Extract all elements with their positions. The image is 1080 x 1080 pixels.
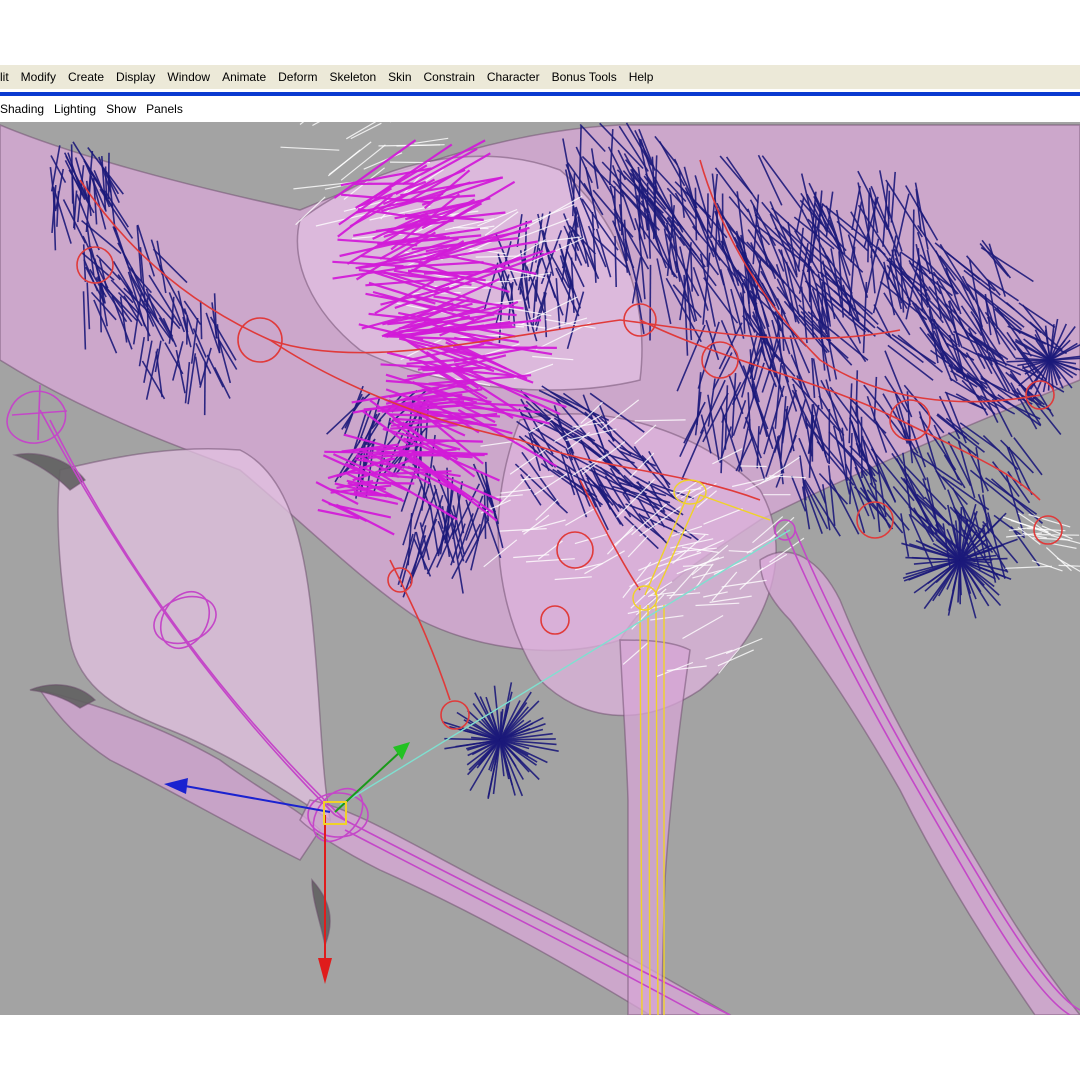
joint-red-12 [440, 700, 470, 730]
panel-menu-shading[interactable]: Shading [0, 102, 49, 116]
claw-bottom-mesh [311, 878, 331, 948]
panel-menu-show[interactable]: Show [101, 102, 141, 116]
fur-strand [900, 513, 910, 557]
fur-strand [280, 146, 340, 151]
fur-strand [808, 262, 811, 303]
fur-strand [345, 122, 377, 140]
fur-strand [363, 152, 403, 170]
main-menu-bar: lit Modify Create Display Window Animate… [0, 65, 1080, 89]
fur-strand [1049, 542, 1077, 549]
fur-strand [1026, 527, 1066, 532]
fur-strand [822, 484, 831, 531]
fur-strand [199, 300, 203, 340]
menu-create[interactable]: Create [62, 70, 110, 84]
fur-strand [499, 738, 556, 741]
fur-strand [1056, 557, 1080, 573]
menu-edit[interactable]: lit [0, 70, 15, 84]
fur-strand [1058, 564, 1080, 567]
fur-strand [613, 186, 616, 227]
menu-deform[interactable]: Deform [272, 70, 323, 84]
fur-strand [360, 481, 415, 485]
menu-skeleton[interactable]: Skeleton [323, 70, 382, 84]
fur-strand [299, 122, 305, 125]
menu-bonus-tools[interactable]: Bonus Tools [546, 70, 623, 84]
fur-strand [740, 465, 767, 468]
menu-character[interactable]: Character [481, 70, 546, 84]
fur-strand [906, 474, 934, 535]
menu-window[interactable]: Window [161, 70, 216, 84]
fur-strand [1036, 534, 1080, 536]
fur-strand [706, 193, 709, 267]
fur-strand [327, 149, 361, 177]
fur-strand [649, 264, 652, 341]
menu-help[interactable]: Help [623, 70, 660, 84]
fur-strand [146, 297, 149, 342]
panel-menu-bar: Shading Lighting Show Panels [0, 98, 1080, 120]
menu-animate[interactable]: Animate [216, 70, 272, 84]
panel-menu-lighting[interactable]: Lighting [49, 102, 101, 116]
fur-strand [975, 447, 984, 493]
center-leg-mesh [619, 639, 691, 1015]
fur-strand [414, 137, 449, 144]
right-leg-mesh [759, 551, 1080, 1015]
menu-skin[interactable]: Skin [382, 70, 417, 84]
title-divider [0, 92, 1080, 96]
fur-strand [70, 144, 74, 204]
menu-modify[interactable]: Modify [15, 70, 62, 84]
fur-strand [350, 122, 382, 140]
fur-strand [524, 220, 528, 253]
menu-constrain[interactable]: Constrain [418, 70, 481, 84]
fur-strand [821, 281, 824, 335]
fur-strand [312, 122, 321, 127]
fur-strand [324, 450, 396, 454]
fur-strand [912, 209, 915, 266]
fur-strand [1031, 560, 1063, 572]
3d-viewport[interactable] [0, 122, 1080, 1015]
menu-display[interactable]: Display [110, 70, 161, 84]
fur-strand [1005, 565, 1052, 569]
viewport-axis-labels [0, 244, 14, 324]
panel-menu-panels[interactable]: Panels [141, 102, 188, 116]
viewport-scene [0, 122, 1080, 1015]
